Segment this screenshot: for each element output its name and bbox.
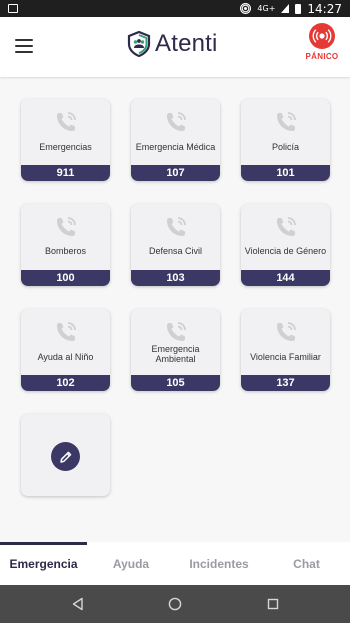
image-notification-icon: [8, 4, 18, 13]
edit-contacts-card[interactable]: [21, 414, 110, 496]
phone-call-icon: [166, 322, 186, 341]
status-bar: 4G+ 14:27: [0, 0, 350, 17]
panic-button[interactable]: PÁNICO: [304, 23, 340, 61]
atenti-shield-logo-icon: [127, 31, 151, 57]
contact-card-violencia-de-genero[interactable]: Violencia de Género 144: [241, 204, 330, 286]
tab-incidentes[interactable]: Incidentes: [175, 542, 263, 585]
status-time: 14:27: [307, 1, 342, 16]
phone-call-icon: [276, 217, 296, 236]
contact-label: Emergencia Ambiental: [151, 344, 200, 364]
contact-card-emergencia-medica[interactable]: Emergencia Médica 107: [131, 99, 220, 181]
network-type: 4G+: [257, 4, 276, 13]
tab-emergencia[interactable]: Emergencia: [0, 542, 87, 585]
pencil-edit-icon: [59, 451, 71, 463]
brand: Atenti: [127, 30, 218, 58]
contact-label: Policía: [271, 142, 299, 152]
contact-label: Emergencias: [39, 142, 92, 152]
phone-call-icon: [56, 322, 76, 341]
contact-label: Emergencia Médica: [135, 142, 216, 152]
phone-call-icon: [56, 112, 76, 131]
tab-ayuda[interactable]: Ayuda: [87, 542, 175, 585]
contact-label: Ayuda al Niño: [37, 352, 94, 362]
phone-call-icon: [276, 322, 296, 341]
signal-icon: [281, 4, 290, 13]
panic-label: PÁNICO: [305, 52, 339, 61]
contact-card-bomberos[interactable]: Bomberos 100: [21, 204, 110, 286]
contact-card-defensa-civil[interactable]: Defensa Civil 103: [131, 204, 220, 286]
phone-call-icon: [166, 217, 186, 236]
hotspot-icon: [240, 3, 252, 14]
contact-label: Bomberos: [44, 246, 87, 256]
contact-label: Violencia de Género: [244, 246, 327, 256]
contact-card-policia[interactable]: Policía 101: [241, 99, 330, 181]
nav-home-icon[interactable]: [167, 596, 183, 612]
contact-card-emergencia-ambiental[interactable]: Emergencia Ambiental 105: [131, 309, 220, 391]
hamburger-menu-icon[interactable]: [15, 39, 33, 53]
bottom-tabs: Emergencia Ayuda Incidentes Chat: [0, 542, 350, 585]
contact-number: 100: [21, 270, 110, 286]
phone-call-icon: [276, 112, 296, 131]
panic-broadcast-icon: [309, 23, 335, 49]
contact-card-ayuda-al-nino[interactable]: Ayuda al Niño 102: [21, 309, 110, 391]
phone-call-icon: [56, 217, 76, 236]
contact-label: Violencia Familiar: [250, 352, 321, 362]
contact-label: Defensa Civil: [148, 246, 203, 256]
emergency-grid: Emergencias 911 Emergencia Médica 107 Po…: [0, 77, 350, 542]
contact-card-emergencias[interactable]: Emergencias 911: [21, 99, 110, 181]
contact-number: 103: [131, 270, 220, 286]
battery-icon: [295, 3, 302, 14]
contact-card-violencia-familiar[interactable]: Violencia Familiar 137: [241, 309, 330, 391]
phone-call-icon: [166, 112, 186, 131]
nav-recents-icon[interactable]: [265, 596, 281, 612]
contact-number: 107: [131, 165, 220, 181]
nav-back-icon[interactable]: [70, 596, 86, 612]
app-title: Atenti: [155, 30, 218, 57]
app-bar: Atenti PÁNICO: [0, 17, 350, 77]
system-nav-bar: [0, 585, 350, 623]
edit-contacts-button[interactable]: [51, 442, 80, 471]
contact-number: 137: [241, 375, 330, 391]
contact-number: 144: [241, 270, 330, 286]
contact-number: 101: [241, 165, 330, 181]
contact-number: 911: [21, 165, 110, 181]
contact-number: 105: [131, 375, 220, 391]
tab-chat[interactable]: Chat: [263, 542, 350, 585]
contact-number: 102: [21, 375, 110, 391]
